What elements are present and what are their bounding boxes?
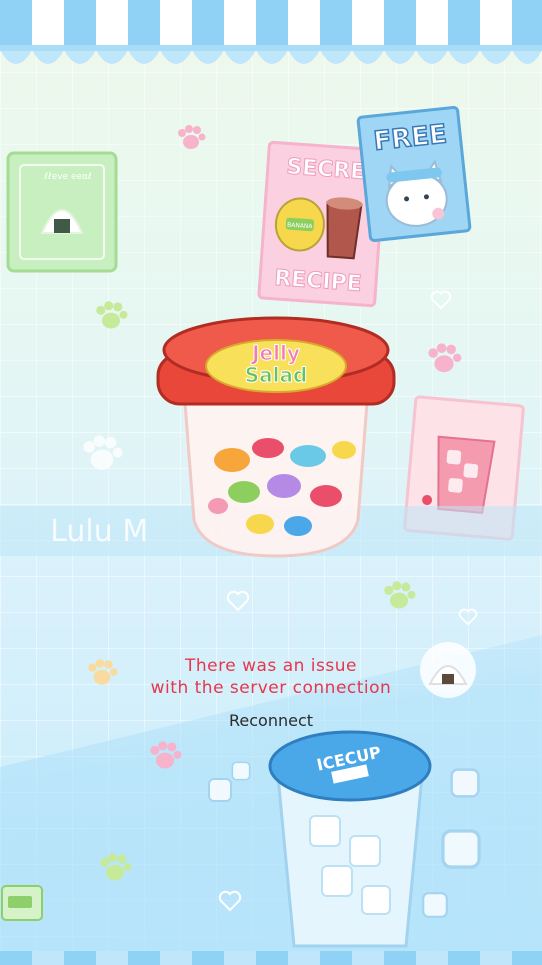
ice-cup: ICECUP: [268, 730, 432, 948]
jelly-salad-jar: Jelly Salad: [156, 316, 396, 558]
heart-icon: [458, 608, 478, 626]
ice-cube-icon: [441, 829, 481, 869]
banner-text-middle: Lulu M: [50, 513, 149, 549]
logo-line2: Salad: [245, 363, 308, 387]
ice-cube-icon: [450, 768, 480, 798]
onigiri-poster-text: ℓℓeve eeαℓ: [43, 172, 91, 182]
paw-print-icon: [428, 343, 462, 373]
paw-print-icon: [83, 435, 123, 470]
error-message-line1: There was an issue: [185, 656, 357, 676]
heart-icon: [430, 290, 452, 310]
onigiri-poster: ℓℓeve eeαℓ: [6, 151, 118, 273]
money-icon: [1, 885, 43, 921]
paw-print-icon: [384, 581, 416, 609]
paw-print-icon: [96, 301, 128, 329]
paw-print-icon: [178, 125, 206, 149]
error-message-line2: with the server connection: [150, 678, 392, 698]
paw-print-icon: [100, 853, 132, 881]
heart-icon: [218, 890, 242, 912]
reconnect-button[interactable]: Reconnect: [211, 707, 331, 733]
logo-line1: Jelly: [250, 341, 300, 365]
awning: [0, 0, 542, 64]
ice-cube-icon: [231, 761, 251, 781]
paw-print-icon: [150, 741, 182, 769]
ice-cube-icon: [422, 892, 448, 918]
bottom-stripe: [0, 951, 542, 965]
connection-error-message: There was an issue with the server conne…: [0, 655, 542, 699]
heart-icon: [226, 590, 250, 612]
free-poster: FREE: [356, 106, 472, 242]
